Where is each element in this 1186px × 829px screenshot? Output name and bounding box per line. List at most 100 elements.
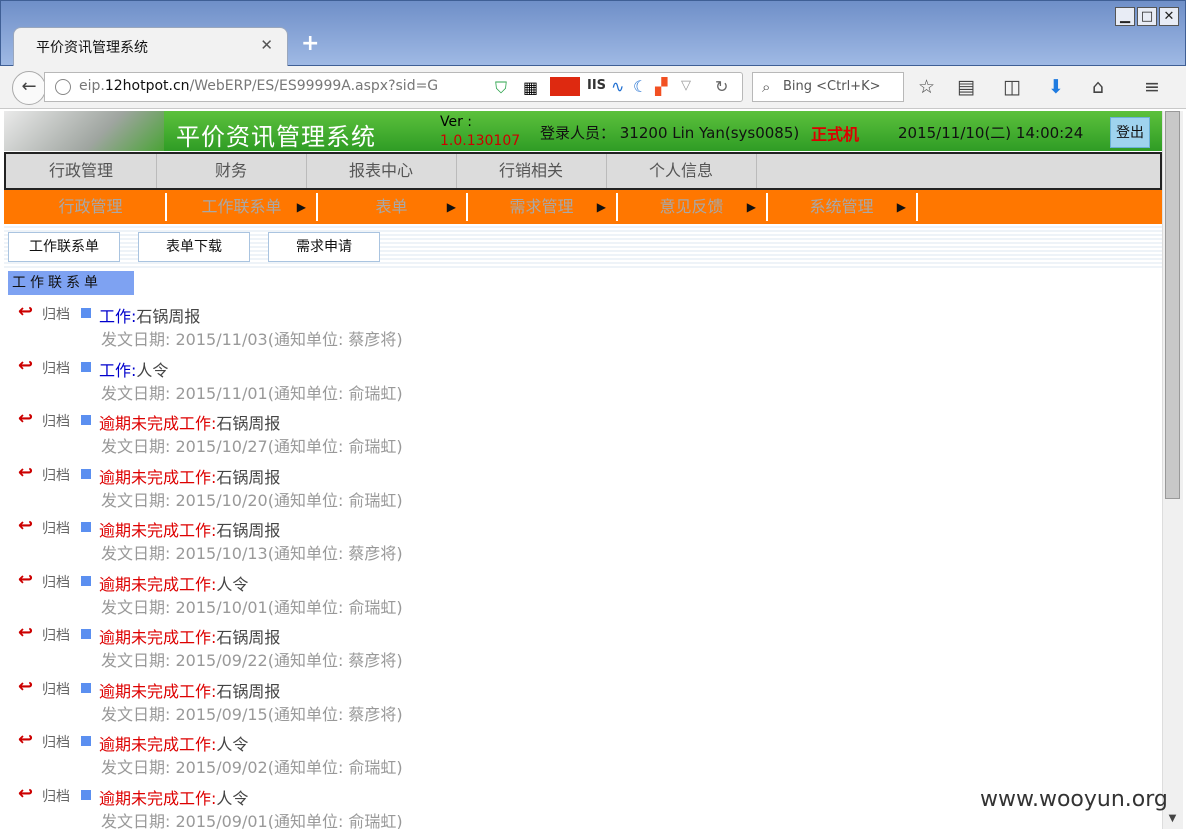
sub-menu-item-admin[interactable]: 行政管理	[16, 193, 167, 221]
search-bar[interactable]: ⌕ Bing <Ctrl+K>	[752, 72, 904, 102]
tab-close-icon[interactable]: ✕	[260, 36, 273, 54]
main-menu-item-finance[interactable]: 财务	[156, 154, 307, 188]
scroll-down-arrow-icon[interactable]: ▼	[1165, 813, 1180, 829]
archive-arrow-icon[interactable]: ↩	[18, 783, 33, 804]
item-link[interactable]: 逾期未完成工作:人令	[99, 571, 248, 595]
url-text: eip.12hotpot.cn/WebERP/ES/ES99999A.aspx?…	[79, 78, 439, 94]
qr-code-icon[interactable]: ▦	[523, 78, 538, 97]
archive-link[interactable]: 归档	[42, 465, 70, 485]
archive-link[interactable]: 归档	[42, 732, 70, 752]
item-link[interactable]: 逾期未完成工作:石锅周报	[99, 624, 280, 648]
archive-link[interactable]: 归档	[42, 679, 70, 699]
tab-title: 平价资讯管理系统	[36, 40, 148, 56]
requirement-request-button[interactable]: 需求申请	[268, 232, 380, 262]
form-download-button[interactable]: 表单下载	[138, 232, 250, 262]
list-item: ↩ 归档 逾期未完成工作:人令 发文日期: 2015/10/01(通知单位: 俞…	[4, 567, 1162, 621]
download-icon[interactable]: ⬇	[1048, 76, 1064, 98]
item-link[interactable]: 逾期未完成工作:人令	[99, 731, 248, 755]
browser-titlebar: 平价资讯管理系统 ✕ + ▁ □ ✕	[0, 0, 1186, 67]
main-menu-item-personal[interactable]: 个人信息	[606, 154, 757, 188]
watermark: www.wooyun.org	[980, 787, 1168, 812]
archive-arrow-icon[interactable]: ↩	[18, 622, 33, 643]
address-bar[interactable]: eip.12hotpot.cn/WebERP/ES/ES99999A.aspx?…	[44, 72, 743, 102]
main-menu-item-marketing[interactable]: 行销相关	[456, 154, 607, 188]
reload-icon[interactable]: ↻	[715, 77, 728, 96]
site-info-icon[interactable]	[55, 79, 71, 95]
submenu-arrow-icon: ▶	[746, 200, 756, 214]
close-window-icon[interactable]: ✕	[1159, 7, 1179, 26]
submenu-arrow-icon: ▶	[296, 200, 306, 214]
item-meta: 发文日期: 2015/10/01(通知单位: 俞瑞虹)	[101, 597, 403, 617]
bullet-icon	[81, 415, 91, 425]
main-menu: 行政管理 财务 报表中心 行销相关 个人信息	[4, 152, 1162, 190]
work-contact-button[interactable]: 工作联系单	[8, 232, 120, 262]
archive-arrow-icon[interactable]: ↩	[18, 729, 33, 750]
sub-menu-item-requirements[interactable]: 需求管理 ▶	[467, 193, 618, 221]
archive-link[interactable]: 归档	[42, 304, 70, 324]
archive-arrow-icon[interactable]: ↩	[18, 462, 33, 483]
login-info: 登录人员： 31200 Lin Yan(sys0085)	[540, 124, 800, 142]
dropdown-arrow-icon[interactable]: ▽	[681, 78, 691, 93]
logo-image	[4, 111, 164, 151]
archive-link[interactable]: 归档	[42, 518, 70, 538]
archive-arrow-icon[interactable]: ↩	[18, 676, 33, 697]
browser-tab[interactable]: 平价资讯管理系统 ✕	[13, 27, 288, 67]
signal-icon[interactable]: ☾	[633, 77, 647, 96]
scrollbar-thumb[interactable]	[1165, 111, 1180, 499]
archive-link[interactable]: 归档	[42, 786, 70, 806]
menu-icon[interactable]: ≡	[1144, 76, 1160, 98]
archive-arrow-icon[interactable]: ↩	[18, 408, 33, 429]
archive-link[interactable]: 归档	[42, 411, 70, 431]
bullet-icon	[81, 736, 91, 746]
list-item: ↩ 归档 逾期未完成工作:石锅周报 发文日期: 2015/10/27(通知单位:…	[4, 406, 1162, 460]
item-meta: 发文日期: 2015/10/13(通知单位: 蔡彦将)	[101, 544, 403, 563]
item-meta: 发文日期: 2015/09/01(通知单位: 俞瑞虹)	[101, 811, 403, 829]
item-link[interactable]: 工作:人令	[99, 357, 168, 381]
sub-menu-item-system[interactable]: 系统管理 ▶	[767, 193, 918, 221]
back-arrow-icon[interactable]: ←	[12, 71, 46, 105]
archive-arrow-icon[interactable]: ↩	[18, 569, 33, 590]
maximize-icon[interactable]: □	[1137, 7, 1157, 26]
version-number: 1.0.130107	[440, 133, 521, 149]
bullet-icon	[81, 789, 91, 800]
item-link[interactable]: 逾期未完成工作:人令	[99, 785, 248, 809]
page-content: 平价资讯管理系统 Ver : 1.0.130107 登录人员： 31200 Li…	[4, 111, 1162, 829]
bullet-icon	[81, 361, 91, 372]
item-link[interactable]: 工作:石锅周报	[99, 303, 200, 327]
archive-arrow-icon[interactable]: ↩	[18, 301, 33, 322]
bullet-icon	[81, 308, 91, 318]
sub-menu-item-feedback[interactable]: 意见反馈 ▶	[617, 193, 768, 221]
iis-icon[interactable]: IIS	[587, 78, 606, 93]
home-icon[interactable]: ⌂	[1092, 76, 1104, 98]
new-tab-icon[interactable]: +	[301, 31, 319, 56]
item-link[interactable]: 逾期未完成工作:石锅周报	[99, 464, 280, 488]
windows-logo-icon[interactable]: ▞	[655, 77, 667, 96]
wave-icon[interactable]: ∿	[611, 77, 624, 96]
archive-arrow-icon[interactable]: ↩	[18, 515, 33, 536]
archive-link[interactable]: 归档	[42, 572, 70, 592]
reading-list-icon[interactable]: ▤	[957, 76, 975, 98]
submenu-arrow-icon: ▶	[596, 200, 606, 214]
item-link[interactable]: 逾期未完成工作:石锅周报	[99, 678, 280, 702]
archive-arrow-icon[interactable]: ↩	[18, 355, 33, 376]
vertical-scrollbar[interactable]: ▼	[1162, 111, 1183, 829]
bookmark-star-icon[interactable]: ☆	[918, 76, 935, 98]
main-menu-item-admin[interactable]: 行政管理	[6, 154, 157, 188]
extension-icon[interactable]: ◫	[1003, 76, 1021, 98]
search-icon: ⌕	[762, 78, 771, 96]
shield-icon[interactable]: ⛉	[495, 78, 507, 98]
minimize-icon[interactable]: ▁	[1115, 7, 1135, 26]
archive-link[interactable]: 归档	[42, 625, 70, 645]
logout-button[interactable]: 登出	[1110, 117, 1150, 148]
archive-link[interactable]: 归档	[42, 358, 70, 378]
bullet-icon	[81, 522, 91, 532]
sub-menu-item-work-contact[interactable]: 工作联系单 ▶	[167, 193, 318, 221]
item-link[interactable]: 逾期未完成工作:石锅周报	[99, 410, 280, 434]
submenu-arrow-icon: ▶	[446, 200, 456, 214]
search-placeholder: Bing <Ctrl+K>	[783, 79, 881, 94]
item-link[interactable]: 逾期未完成工作:石锅周报	[99, 517, 280, 541]
item-meta: 发文日期: 2015/09/22(通知单位: 蔡彦将)	[101, 651, 403, 670]
main-menu-item-reports[interactable]: 报表中心	[306, 154, 457, 188]
china-flag-icon[interactable]	[550, 77, 580, 96]
sub-menu-item-forms[interactable]: 表单 ▶	[317, 193, 468, 221]
